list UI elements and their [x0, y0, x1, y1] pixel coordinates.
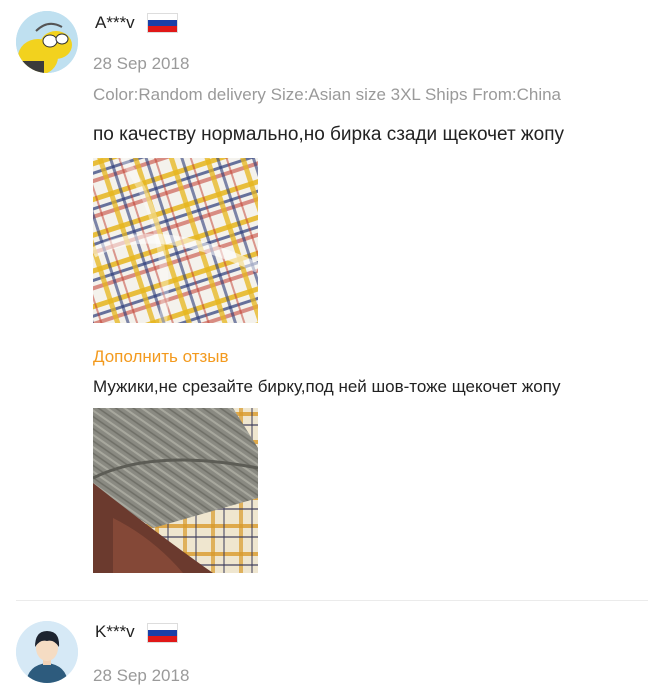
review-card: A***v 28 Sep 2018 Color:Random delivery … — [0, 0, 648, 600]
review-date: 28 Sep 2018 — [93, 666, 190, 685]
user-avatar-icon — [16, 621, 78, 683]
review-photo[interactable] — [93, 158, 258, 323]
cartoon-avatar-icon — [16, 11, 78, 73]
russia-flag-icon — [147, 13, 178, 33]
russia-flag-icon — [147, 623, 178, 643]
plaid-fabric-photo — [93, 158, 258, 323]
avatar[interactable] — [16, 11, 78, 73]
avatar[interactable] — [16, 621, 78, 683]
review-photo[interactable] — [93, 408, 258, 573]
review-date: 28 Sep 2018 — [93, 54, 190, 73]
reviewer-name: A***v — [95, 13, 135, 32]
product-variant-info: Color:Random delivery Size:Asian size 3X… — [93, 85, 562, 104]
tag-closeup-photo — [93, 408, 258, 573]
followup-label: Дополнить отзыв — [93, 347, 229, 366]
reviewer-name: K***v — [95, 622, 135, 641]
followup-text: Мужики,не срезайте бирку,под ней шов-тож… — [93, 377, 561, 396]
review-text: по качеству нормально,но бирка сзади щек… — [93, 124, 564, 145]
review-card: K***v 28 Sep 2018 — [0, 601, 648, 698]
